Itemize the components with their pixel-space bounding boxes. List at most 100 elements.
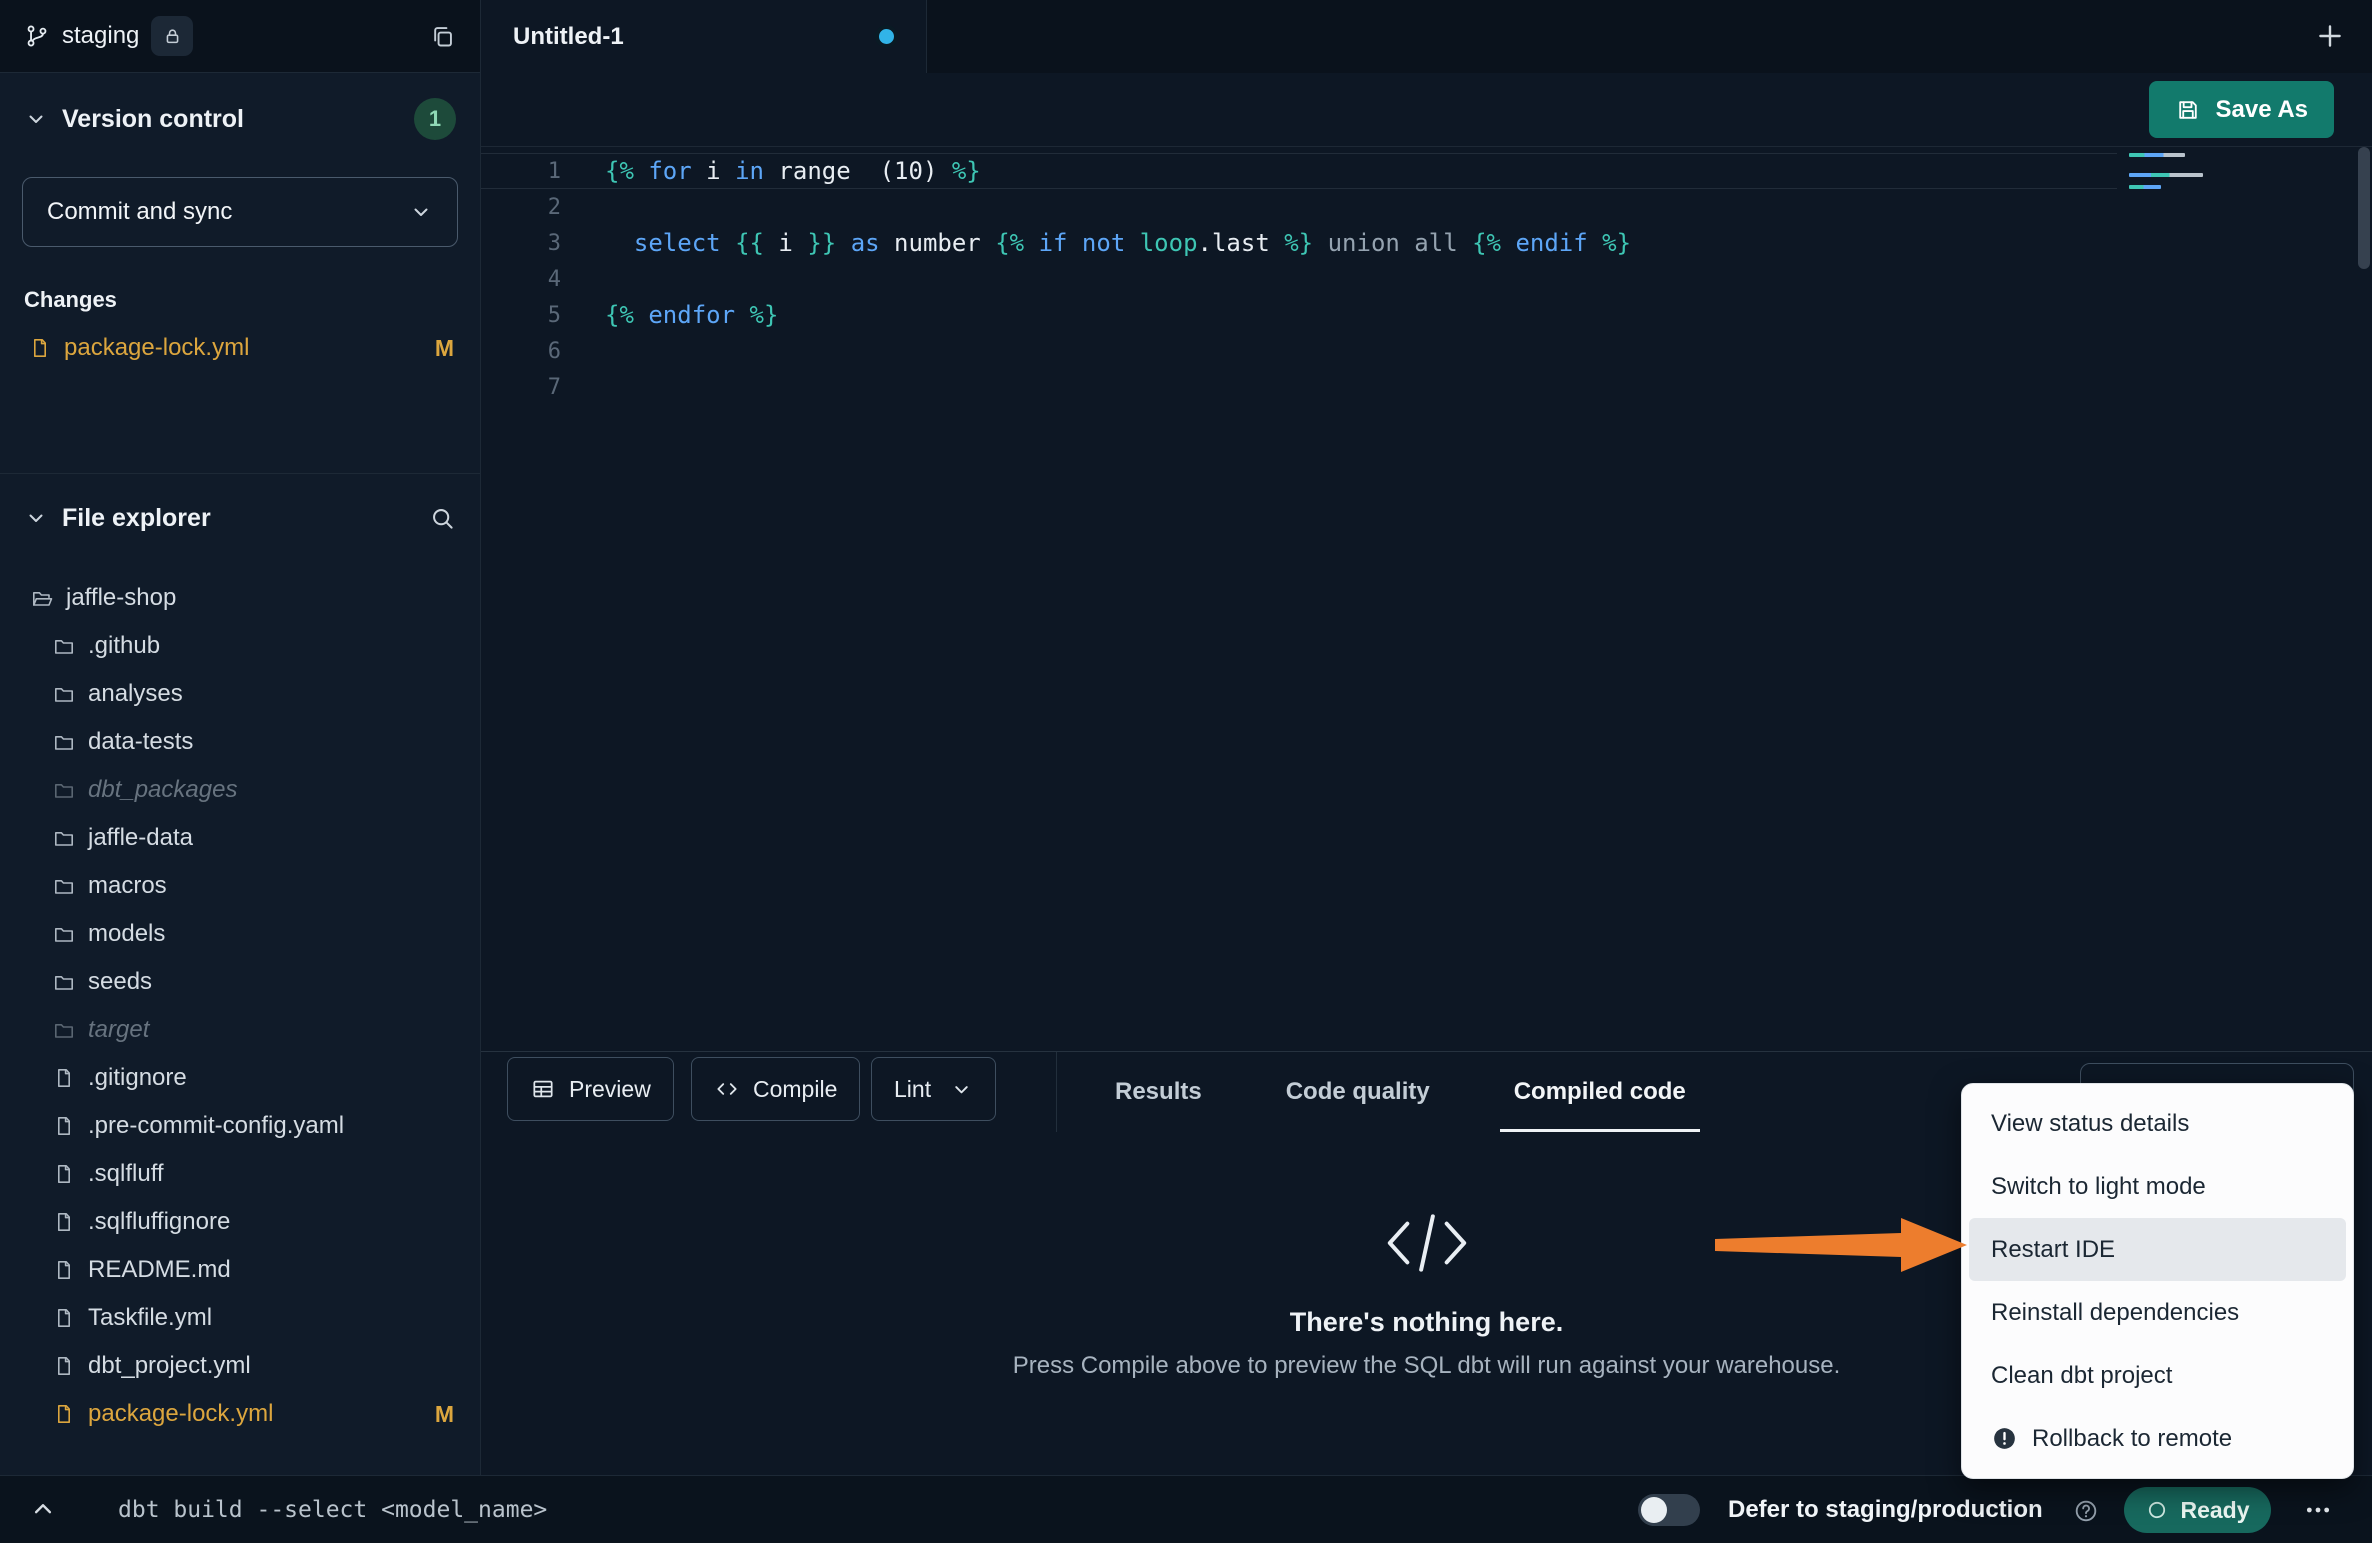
folder-icon: [52, 730, 76, 754]
lint-button[interactable]: Lint: [871, 1057, 996, 1121]
editor-toolbar: Save As: [481, 73, 2372, 147]
folder-icon: [52, 826, 76, 850]
defer-label: Defer to staging/production: [1728, 1476, 2043, 1543]
panel-tab-code-quality[interactable]: Code quality: [1272, 1052, 1444, 1132]
lint-label: Lint: [894, 1076, 931, 1103]
chevron-down-icon[interactable]: [950, 1078, 973, 1101]
branch-bar[interactable]: staging: [0, 0, 480, 73]
tree-item-analyses[interactable]: analyses: [0, 670, 480, 718]
editor-scrollbar[interactable]: [2358, 147, 2370, 269]
file-explorer-header[interactable]: File explorer: [0, 488, 480, 548]
minimap[interactable]: [2129, 153, 2209, 189]
compile-button[interactable]: Compile: [691, 1057, 860, 1121]
commit-and-sync-button[interactable]: Commit and sync: [22, 177, 458, 247]
menu-item-restart-ide[interactable]: Restart IDE: [1969, 1218, 2346, 1281]
preview-button[interactable]: Preview: [507, 1057, 674, 1121]
menu-item-rollback-to-remote[interactable]: Rollback to remote: [1969, 1407, 2346, 1470]
code-line-1: 1{% for i in range (10) %}: [481, 153, 2117, 189]
line-number: 5: [481, 303, 581, 328]
unsaved-dot-icon: [879, 29, 894, 44]
file-icon: [28, 336, 52, 360]
menu-item-reinstall-dependencies[interactable]: Reinstall dependencies: [1969, 1281, 2346, 1344]
copy-icon[interactable]: [429, 23, 456, 50]
status-bar: dbt build --select <model_name> Defer to…: [0, 1475, 2372, 1542]
menu-item-view-status-details[interactable]: View status details: [1969, 1092, 2346, 1155]
chevron-down-icon: [24, 107, 48, 131]
file-tree: jaffle-shop.githubanalysesdata-testsdbt_…: [0, 574, 480, 1438]
code-lines: 1{% for i in range (10) %} 2 3 select {{ i…: [481, 147, 2117, 405]
code-icon: [714, 1076, 740, 1102]
tree-item-taskfile-yml[interactable]: Taskfile.yml: [0, 1294, 480, 1342]
tree-item-dbt-packages[interactable]: dbt_packages: [0, 766, 480, 814]
file-icon: [52, 1258, 76, 1282]
changes-label: Changes: [24, 287, 456, 313]
toggle-knob: [1641, 1497, 1667, 1523]
line-number: 7: [481, 375, 581, 400]
folder-icon: [52, 778, 76, 802]
tree-item-sqlfluff[interactable]: .sqlfluff: [0, 1150, 480, 1198]
folder-icon: [52, 634, 76, 658]
chevron-down-icon[interactable]: [409, 200, 433, 224]
status-label: Ready: [2180, 1497, 2249, 1524]
editor-tabbar: Untitled-1: [481, 0, 2372, 73]
file-icon: [52, 1162, 76, 1186]
tree-item-dbt-project-yml[interactable]: dbt_project.yml: [0, 1342, 480, 1390]
menu-item-switch-to-light-mode[interactable]: Switch to light mode: [1969, 1155, 2346, 1218]
tree-item-readme-md[interactable]: README.md: [0, 1246, 480, 1294]
code-editor[interactable]: 1{% for i in range (10) %} 2 3 select {{ i…: [481, 147, 2372, 1051]
tree-item-jaffle-shop[interactable]: jaffle-shop: [0, 574, 480, 622]
code-line-2: 2: [481, 189, 2117, 225]
folder-icon: [52, 682, 76, 706]
file-icon: [52, 1114, 76, 1138]
branch-lock-chip: [151, 16, 193, 56]
git-branch-icon: [24, 23, 50, 49]
tree-item-gitignore[interactable]: .gitignore: [0, 1054, 480, 1102]
changed-file-package-lock-yml[interactable]: package-lock.ymlM: [0, 327, 480, 369]
code-line-6: 6: [481, 333, 2117, 369]
status-badge[interactable]: Ready: [2124, 1487, 2271, 1533]
defer-toggle[interactable]: [1638, 1494, 1700, 1526]
sidebar: staging Version control 1 Commit and syn…: [0, 0, 481, 1475]
version-control-title: Version control: [62, 105, 244, 134]
folder-icon: [52, 1018, 76, 1042]
context-menu: View status detailsSwitch to light modeR…: [1961, 1083, 2354, 1479]
table-icon: [530, 1076, 556, 1102]
alert-icon: [1991, 1425, 2018, 1452]
tree-item-models[interactable]: models: [0, 910, 480, 958]
new-tab-plus-icon[interactable]: [2314, 20, 2346, 52]
version-control-header[interactable]: Version control 1: [0, 87, 480, 151]
file-explorer-title: File explorer: [62, 504, 211, 533]
more-options-button[interactable]: [2302, 1494, 2334, 1526]
chevron-up-icon[interactable]: [28, 1494, 58, 1524]
tree-item-data-tests[interactable]: data-tests: [0, 718, 480, 766]
help-icon[interactable]: [2073, 1498, 2099, 1524]
search-icon[interactable]: [429, 505, 456, 532]
line-number: 6: [481, 339, 581, 364]
tree-item-macros[interactable]: macros: [0, 862, 480, 910]
tree-item-seeds[interactable]: seeds: [0, 958, 480, 1006]
panel-divider: [1056, 1052, 1057, 1132]
version-control-badge: 1: [414, 98, 456, 140]
tree-item-pre-commit-config-yaml[interactable]: .pre-commit-config.yaml: [0, 1102, 480, 1150]
editor-tab-title: Untitled-1: [513, 23, 624, 51]
chevron-down-icon: [24, 506, 48, 530]
file-icon: [52, 1306, 76, 1330]
tree-item-package-lock-yml[interactable]: package-lock.ymlM: [0, 1390, 480, 1438]
tree-item-jaffle-data[interactable]: jaffle-data: [0, 814, 480, 862]
line-number: 2: [481, 195, 581, 220]
status-circle-icon: [2145, 1498, 2169, 1522]
code-line-3: 3 select {{ i }} as number {% if not loo…: [481, 225, 2117, 261]
command-input[interactable]: dbt build --select <model_name>: [118, 1476, 547, 1543]
tree-item-target[interactable]: target: [0, 1006, 480, 1054]
line-number: 4: [481, 267, 581, 292]
tree-item-sqlfluffignore[interactable]: .sqlfluffignore: [0, 1198, 480, 1246]
code-line-4: 4: [481, 261, 2117, 297]
panel-tab-compiled-code[interactable]: Compiled code: [1500, 1052, 1700, 1132]
save-as-button[interactable]: Save As: [2149, 81, 2334, 138]
panel-tab-results[interactable]: Results: [1101, 1052, 1216, 1132]
menu-item-clean-dbt-project[interactable]: Clean dbt project: [1969, 1344, 2346, 1407]
lock-icon: [162, 26, 183, 47]
editor-tab-untitled[interactable]: Untitled-1: [481, 0, 927, 73]
commit-button-label: Commit and sync: [47, 198, 232, 226]
tree-item-github[interactable]: .github: [0, 622, 480, 670]
